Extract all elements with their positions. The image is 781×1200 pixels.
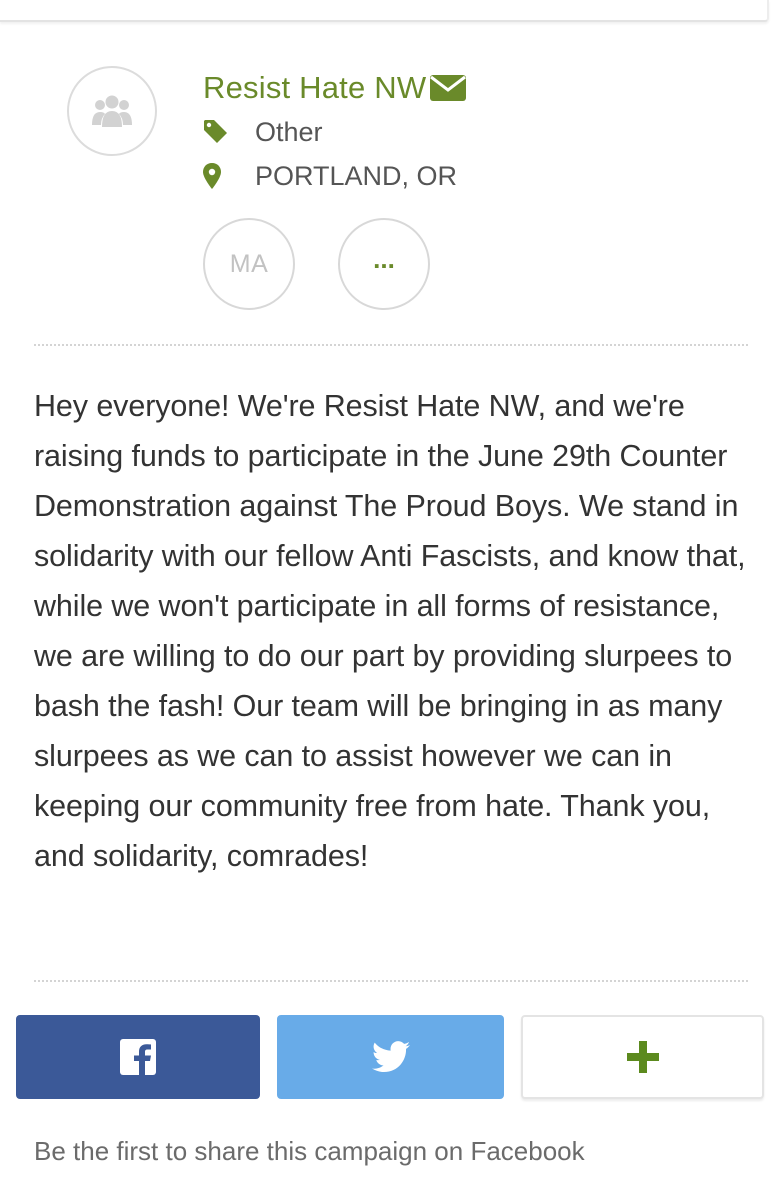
category-row: Other: [203, 114, 323, 150]
location-row: PORTLAND, OR: [203, 158, 457, 194]
campaign-story: Hey everyone! We're Resist Hate NW, and …: [34, 389, 746, 873]
location-label: PORTLAND, OR: [255, 160, 458, 191]
organizer-header: Resist Hate NW: [203, 66, 467, 110]
facebook-icon: [120, 1039, 156, 1075]
group-icon: [92, 95, 132, 127]
twitter-icon: [371, 1041, 410, 1073]
organizer-avatar[interactable]: [67, 66, 157, 156]
tag-icon: [203, 119, 233, 145]
previous-card-edge: [0, 0, 769, 22]
share-more-button[interactable]: [521, 1015, 764, 1099]
share-prompt-text: Be the first to share this campaign on F…: [34, 1136, 585, 1166]
organizer-name-link[interactable]: Resist Hate NW: [203, 70, 426, 106]
share-facebook-button[interactable]: [16, 1015, 260, 1099]
category-label: Other: [255, 116, 323, 147]
divider: [34, 980, 748, 982]
more-team-button[interactable]: ...: [338, 218, 430, 310]
map-pin-icon: [203, 163, 233, 189]
envelope-icon[interactable]: [430, 74, 467, 106]
team-member-avatar[interactable]: MA: [203, 218, 295, 310]
campaign-page: Resist Hate NW Other PORTLAND, OR MA ...: [0, 0, 781, 1200]
plus-icon: [626, 1041, 659, 1073]
divider: [34, 344, 748, 346]
share-twitter-button[interactable]: [277, 1015, 504, 1099]
